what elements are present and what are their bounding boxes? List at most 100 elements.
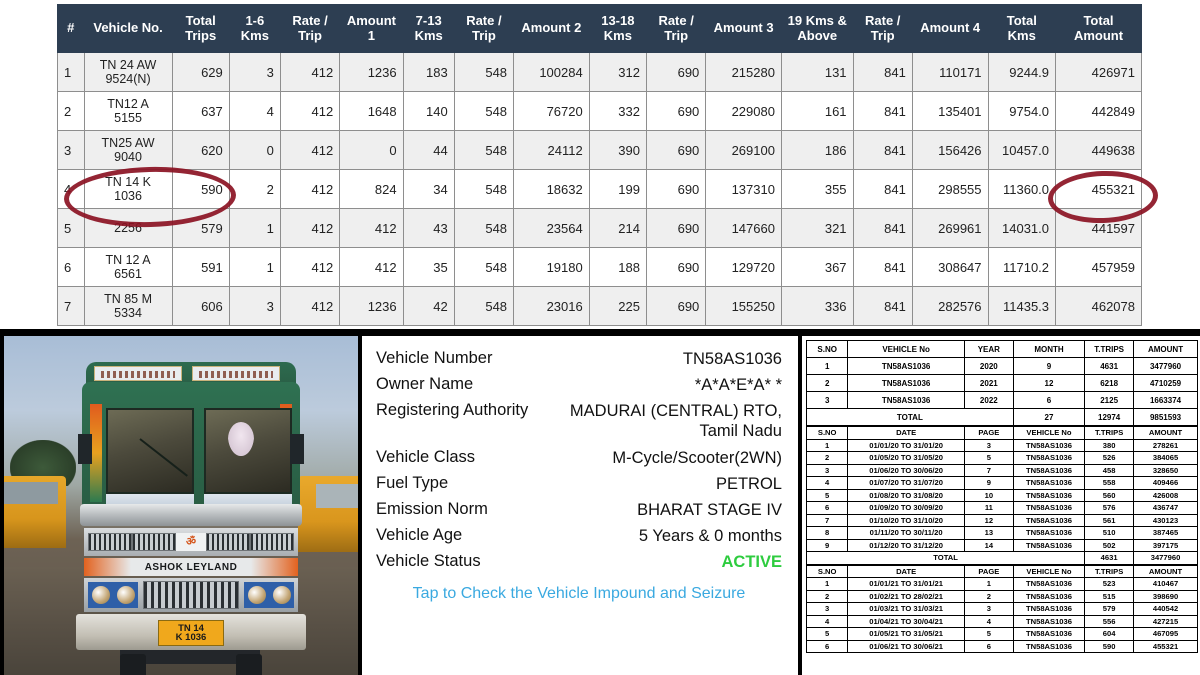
- report-cell: 12: [1012, 374, 1086, 392]
- table-row: 6 01/06/21 TO 30/06/21 6 TN58AS1036 590 45532…: [805, 639, 1198, 653]
- cell-total-trips: 590: [171, 169, 230, 209]
- cell-total-kms: 11710.2: [987, 247, 1057, 287]
- total-label: TOTAL: [806, 408, 1014, 426]
- cell-amount4: 308647: [911, 247, 989, 287]
- report-col-vehicle-no: VEHICLE No: [847, 340, 965, 358]
- report-cell: 3477960: [1133, 357, 1198, 375]
- cell-k19: 336: [780, 286, 854, 326]
- table-row: 2 TN12 A 5155 637 4 412 1648 140 548 76720 332 690 2…: [57, 91, 1142, 131]
- report-cell: TN58AS1036: [1012, 602, 1086, 616]
- cell-vehicle-no: TN12 A 5155: [83, 91, 173, 131]
- cell-rate1: 412: [279, 286, 341, 326]
- cell-index: 6: [57, 247, 85, 287]
- col-amount-4: Amount 4: [911, 4, 989, 53]
- cell-rate1: 412: [279, 208, 341, 248]
- cell-rate3: 690: [645, 130, 707, 170]
- wheel-right: [236, 654, 262, 675]
- trip-table-head: # Vehicle No. Total Trips 1-6 Kms Rate /…: [57, 4, 1142, 53]
- impound-seizure-link[interactable]: Tap to Check the Vehicle Impound and Sei…: [376, 584, 782, 604]
- cell-k13-18: 188: [588, 247, 647, 287]
- trip-table-wrapper: # Vehicle No. Total Trips 1-6 Kms Rate /…: [57, 4, 1142, 326]
- report-col-t-trips: T.TRIPS: [1084, 426, 1135, 440]
- trip-table-body: 1 TN 24 AW 9524(N) 629 3 412 1236 183 548 100284 3…: [57, 52, 1142, 326]
- cell-k1-6: 4: [228, 91, 281, 131]
- report-cell: 510: [1084, 526, 1135, 540]
- cab-frame: [78, 382, 304, 512]
- detail-label: Registering Authority: [376, 401, 529, 420]
- total-row: TOTAL 4631 3477960: [805, 551, 1198, 565]
- report-cell: 410467: [1133, 577, 1198, 591]
- report-cell: TN58AS1036: [1012, 627, 1086, 641]
- cell-amount3: 137310: [705, 169, 782, 209]
- cell-index: 3: [57, 130, 85, 170]
- cell-amount3: 229080: [705, 91, 782, 131]
- report-col-vehicle-no: VEHICLE No: [1012, 426, 1086, 440]
- col-total-trips: Total Trips: [171, 4, 230, 53]
- cell-rate2: 548: [453, 208, 515, 248]
- side-mirror-right: [290, 434, 304, 464]
- report-cell: 4631: [1084, 357, 1135, 375]
- cell-rate3: 690: [645, 247, 707, 287]
- monthly-2021-header-row: S.NO DATE PAGE VEHICLE No T.TRIPS AMOUNT: [805, 564, 1198, 578]
- cell-k13-18: 199: [588, 169, 647, 209]
- table-row: 2 01/02/21 TO 28/02/21 2 TN58AS1036 515 39869…: [805, 589, 1198, 603]
- cell-amount4: 156426: [911, 130, 989, 170]
- cell-k19: 161: [780, 91, 854, 131]
- report-cell: 2021: [963, 374, 1014, 392]
- total-value: 3477960: [1133, 551, 1198, 565]
- col-rate-trip-1: Rate / Trip: [279, 4, 341, 53]
- report-col-s-no: S.NO: [805, 564, 849, 578]
- cell-amount3: 215280: [705, 52, 782, 92]
- report-cell: TN58AS1036: [1012, 476, 1086, 490]
- cell-total-amount: 441597: [1055, 208, 1142, 248]
- report-cell: 590: [1084, 639, 1135, 653]
- cell-k19: 321: [780, 208, 854, 248]
- report-col-vehicle-no: VEHICLE No: [1012, 564, 1086, 578]
- cell-rate4: 841: [852, 169, 913, 209]
- report-cell: 397175: [1133, 538, 1198, 552]
- monthly-2021-head: S.NO DATE PAGE VEHICLE No T.TRIPS AMOUNT: [805, 564, 1198, 578]
- side-mirror-left: [78, 434, 92, 464]
- cell-total-trips: 579: [171, 208, 230, 248]
- cell-amount2: 19180: [513, 247, 590, 287]
- yearly-summary-body: 1 TN58AS1036 2020 9 4631 3477960 2 TN58AS1036 20…: [805, 357, 1198, 426]
- cell-amount4: 135401: [911, 91, 989, 131]
- table-row: 3 TN25 AW 9040 620 0 412 0 44 548 24112 390 690 2691…: [57, 130, 1142, 170]
- report-cell: 384065: [1133, 451, 1198, 465]
- report-cell: 430123: [1133, 513, 1198, 527]
- col-total-kms: Total Kms: [987, 4, 1057, 53]
- report-cell: 14: [963, 538, 1014, 552]
- report-cell: 7: [963, 463, 1014, 477]
- cell-total-amount: 442849: [1055, 91, 1142, 131]
- manufacturer-label: ASHOK LEYLAND: [144, 561, 238, 573]
- upper-grille: ॐ: [84, 528, 298, 556]
- cell-amount3: 147660: [705, 208, 782, 248]
- report-cell: 523: [1084, 577, 1135, 591]
- total-row: TOTAL 27 12974 9851593: [806, 408, 1198, 426]
- cell-index: 7: [57, 286, 85, 326]
- report-cell: 458: [1084, 463, 1135, 477]
- cell-k13-18: 312: [588, 52, 647, 92]
- report-cell: 1: [805, 438, 849, 452]
- report-cell: TN58AS1036: [1012, 463, 1086, 477]
- truck-photo-panel: ॐ ASHOK LEYLAND TN 14 K 1036: [4, 336, 358, 675]
- report-cell: 2022: [963, 391, 1014, 409]
- report-cell: 2125: [1084, 391, 1135, 409]
- report-cell: 440542: [1133, 602, 1198, 616]
- cell-amount4: 110171: [911, 52, 989, 92]
- cell-amount1: 1236: [339, 52, 404, 92]
- report-cell: 6: [963, 639, 1014, 653]
- cell-index: 1: [57, 52, 85, 92]
- report-cell: TN58AS1036: [847, 357, 965, 375]
- report-cell: 5: [963, 627, 1014, 641]
- cell-amount1: 0: [339, 130, 404, 170]
- monthly-2020-header-row: S.NO DATE PAGE VEHICLE No T.TRIPS AMOUNT: [805, 426, 1198, 440]
- cell-amount4: 282576: [911, 286, 989, 326]
- report-cell: TN58AS1036: [1012, 589, 1086, 603]
- cell-total-kms: 11435.3: [987, 286, 1057, 326]
- cell-total-kms: 10457.0: [987, 130, 1057, 170]
- cell-amount2: 18632: [513, 169, 590, 209]
- report-col-page: PAGE: [963, 426, 1014, 440]
- report-cell: 01/01/20 TO 31/01/20: [847, 438, 965, 452]
- table-row: 5 2256 579 1 412 412 43 548 23564 214 690 147660 321…: [57, 208, 1142, 248]
